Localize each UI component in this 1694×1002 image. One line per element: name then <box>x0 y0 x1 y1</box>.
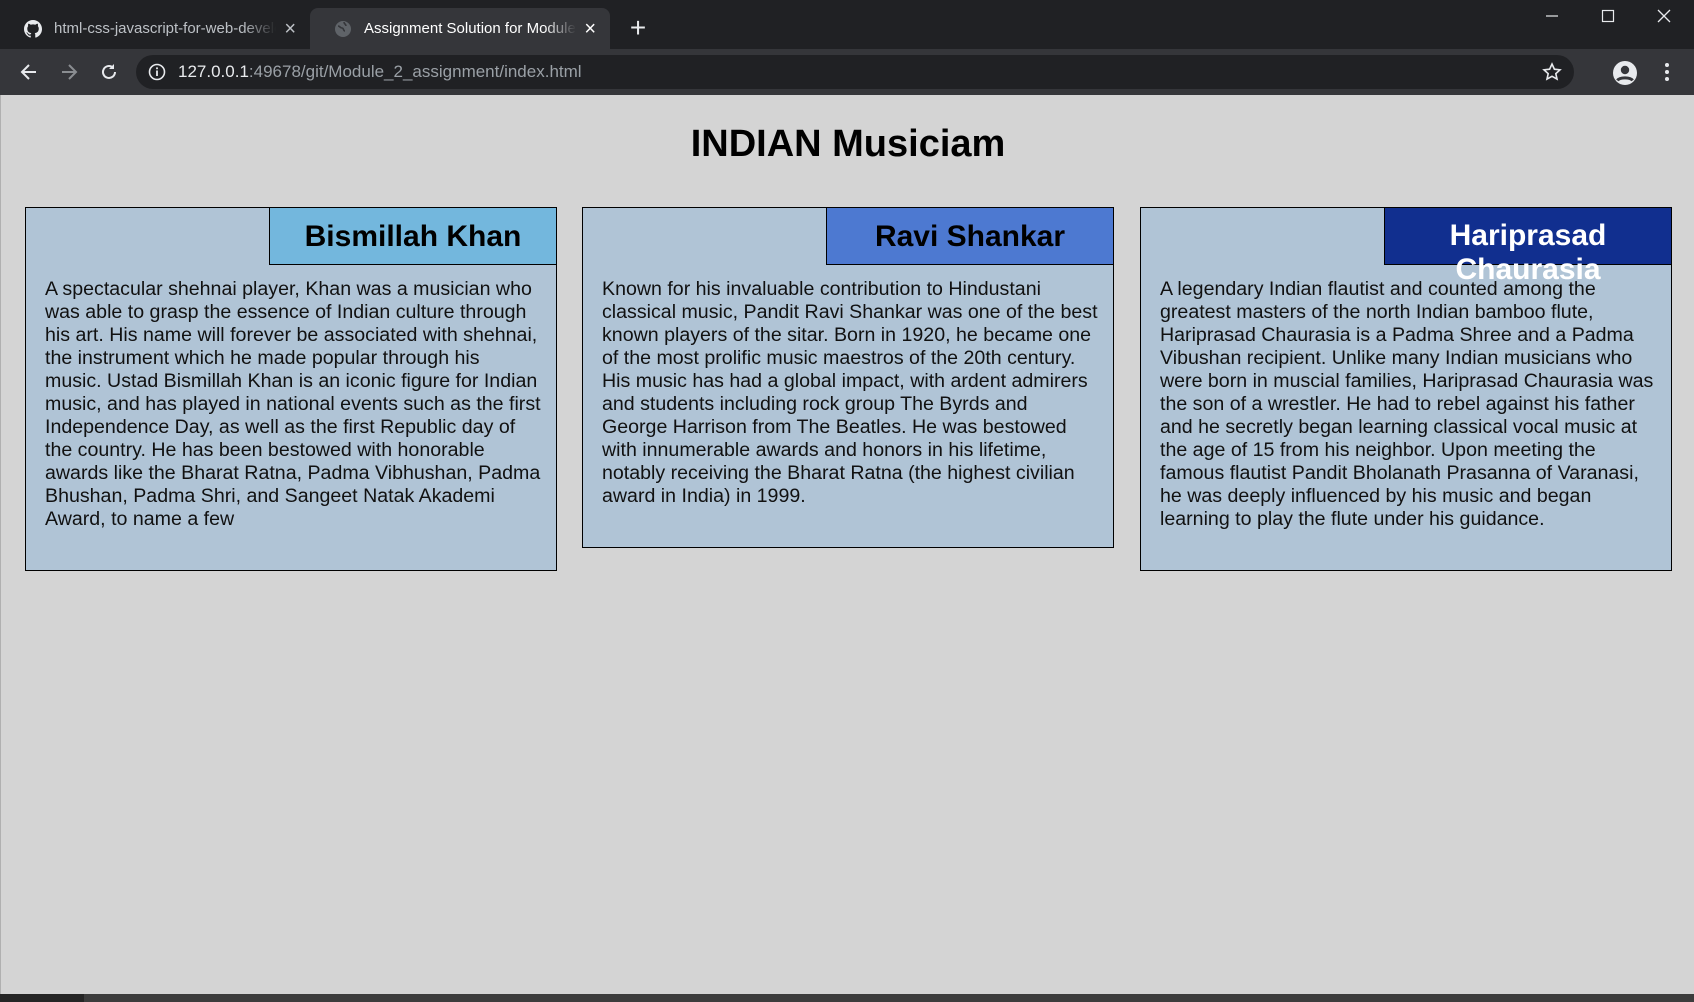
card-text: A spectacular shehnai player, Khan was a… <box>45 278 541 530</box>
tab-strip: html-css-javascript-for-web-developers ×… <box>0 0 1694 49</box>
browser-toolbar: 127.0.0.1:49678/git/Module_2_assignment/… <box>0 49 1694 95</box>
page-viewport: INDIAN Musiciam Bismillah Khan A spectac… <box>0 95 1694 994</box>
profile-icon[interactable] <box>1612 60 1638 86</box>
tab-github[interactable]: html-css-javascript-for-web-developers × <box>0 8 310 49</box>
page-title: INDIAN Musiciam <box>690 123 1006 165</box>
musician-card: Bismillah Khan A spectacular shehnai pla… <box>25 207 557 571</box>
card-title: Bismillah Khan <box>269 207 557 265</box>
url-host: 127.0.0.1 <box>178 62 249 81</box>
address-bar[interactable]: 127.0.0.1:49678/git/Module_2_assignment/… <box>136 55 1574 89</box>
musician-card: Ravi Shankar Known for his invaluable co… <box>582 207 1114 548</box>
close-icon <box>1657 9 1671 23</box>
card-title: Ravi Shankar <box>826 207 1114 265</box>
reload-button[interactable] <box>94 57 124 87</box>
status-bar-left <box>0 994 84 1002</box>
reload-icon <box>102 64 116 79</box>
info-icon[interactable] <box>148 63 166 81</box>
card-text: A legendary Indian flautist and counted … <box>1160 278 1654 530</box>
tab-title: Assignment Solution for Module 2 <box>364 20 577 37</box>
maximize-icon <box>1601 9 1615 23</box>
arrow-right-icon <box>62 64 78 80</box>
musician-card: Hariprasad Chaurasia A legendary Indian … <box>1140 207 1672 571</box>
kebab-menu-icon[interactable] <box>1656 61 1678 83</box>
url-text: 127.0.0.1:49678/git/Module_2_assignment/… <box>178 62 582 82</box>
url-path: :49678/git/Module_2_assignment/index.htm… <box>248 62 582 81</box>
arrow-left-icon <box>20 64 36 80</box>
tab-assignment[interactable]: Assignment Solution for Module 2 × <box>310 8 610 49</box>
status-bar <box>0 994 1694 1002</box>
minimize-icon <box>1546 15 1558 17</box>
maximize-button[interactable] <box>1580 0 1636 32</box>
card-text: Known for his invaluable contribution to… <box>602 278 1098 507</box>
card-title: Hariprasad Chaurasia <box>1384 207 1672 286</box>
new-tab-button[interactable]: + <box>624 14 652 42</box>
close-tab-icon[interactable]: × <box>584 19 596 39</box>
star-icon[interactable] <box>1542 62 1562 82</box>
globe-icon <box>335 20 351 37</box>
forward-button[interactable] <box>54 57 84 87</box>
close-window-button[interactable] <box>1636 0 1692 32</box>
github-icon <box>24 19 42 38</box>
close-tab-icon[interactable]: × <box>284 19 296 39</box>
tab-title: html-css-javascript-for-web-developers <box>54 20 276 37</box>
back-button[interactable] <box>14 57 44 87</box>
minimize-button[interactable] <box>1524 0 1580 32</box>
